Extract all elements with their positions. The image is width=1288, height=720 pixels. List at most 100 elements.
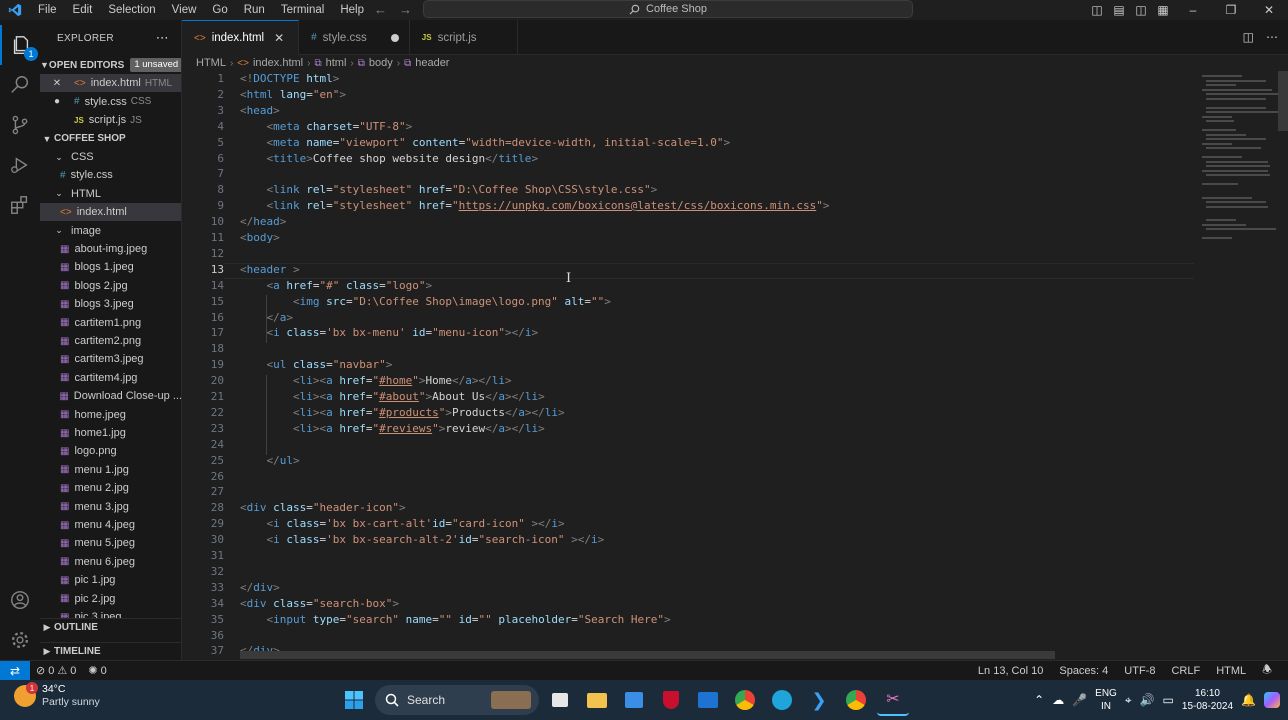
language-mode[interactable]: HTML — [1210, 661, 1252, 680]
toggle-secondary-sidebar-icon[interactable]: ◫ — [1130, 3, 1152, 17]
code-line[interactable]: <li><a href="#products">Products</a></li… — [240, 405, 565, 421]
outline-section[interactable]: ▶ OUTLINE — [40, 618, 181, 636]
file-item[interactable]: ▦ logo.png — [40, 442, 181, 460]
breadcrumb-folder[interactable]: HTML — [196, 57, 226, 69]
minimize-button[interactable]: – — [1174, 3, 1212, 17]
file-item[interactable]: ▦ menu 5.jpeg — [40, 534, 181, 552]
file-item[interactable]: ▦ menu 4.jpeg — [40, 516, 181, 534]
encoding[interactable]: UTF-8 — [1118, 661, 1161, 680]
accounts-activity[interactable] — [0, 580, 40, 620]
code-line[interactable]: </head> — [240, 214, 286, 230]
file-item[interactable]: <> index.html — [40, 203, 181, 222]
start-button[interactable] — [338, 684, 370, 716]
language-indicator[interactable]: ENG IN — [1095, 687, 1117, 713]
breadcrumb-html[interactable]: html — [326, 57, 347, 69]
problems-indicator[interactable]: ⊘ 0 ⚠ 0 — [30, 664, 82, 678]
onedrive-icon[interactable]: ☁ — [1052, 693, 1064, 707]
copilot-icon[interactable] — [1264, 692, 1280, 708]
breadcrumb-header[interactable]: header — [415, 57, 449, 69]
close-window-button[interactable]: ✕ — [1250, 3, 1288, 17]
code-line[interactable]: <meta name="viewport" content="width=dev… — [240, 135, 731, 151]
open-editor-item[interactable]: ● # style.css CSS — [40, 93, 181, 111]
edge-button[interactable] — [766, 684, 798, 716]
ports-indicator[interactable]: ✺ 0 — [82, 664, 112, 678]
explorer-activity[interactable]: 1 — [0, 25, 40, 65]
timeline-section[interactable]: ▶ TIMELINE — [40, 642, 181, 660]
file-item[interactable]: ▦ Download Close-up ... — [40, 387, 181, 405]
microphone-icon[interactable]: 🎤 — [1072, 693, 1087, 707]
code-line[interactable]: <link rel="stylesheet" href="D:\Coffee S… — [240, 182, 658, 198]
notification-bell-icon[interactable]: 🔔 — [1241, 693, 1256, 707]
code-line[interactable]: <meta charset="UTF-8"> — [240, 119, 413, 135]
close-editor-icon[interactable]: ✕ — [40, 78, 74, 89]
snipping-tool-button[interactable]: ✂ — [877, 684, 909, 716]
mcafee-button[interactable] — [655, 684, 687, 716]
code-line[interactable]: <link rel="stylesheet" href="https://unp… — [240, 198, 830, 214]
back-arrow-icon[interactable]: ← — [374, 0, 387, 20]
file-item[interactable]: ▦ menu 1.jpg — [40, 461, 181, 479]
wifi-icon[interactable]: ⌖ — [1125, 693, 1132, 708]
chrome-profile-button[interactable] — [840, 684, 872, 716]
indentation[interactable]: Spaces: 4 — [1053, 661, 1114, 680]
file-item[interactable]: ▦ menu 2.jpg — [40, 479, 181, 497]
volume-icon[interactable]: 🔊 — [1140, 693, 1155, 707]
forward-arrow-icon[interactable]: → — [399, 0, 412, 20]
file-item[interactable]: ▦ blogs 3.jpeg — [40, 295, 181, 313]
store-button[interactable] — [618, 684, 650, 716]
file-item[interactable]: ▦ menu 6.jpeg — [40, 553, 181, 571]
menu-help[interactable]: Help — [332, 0, 372, 20]
code-line[interactable]: <li><a href="#home">Home</a></li> — [240, 373, 512, 389]
folder-item[interactable]: ⌄ CSS — [40, 148, 181, 166]
file-item[interactable]: ▦ cartitem1.png — [40, 314, 181, 332]
more-actions-icon[interactable]: ⋯ — [1266, 30, 1278, 44]
split-editor-icon[interactable]: ◫ — [1243, 30, 1254, 44]
file-item[interactable]: ▦ cartitem4.jpg — [40, 369, 181, 387]
breadcrumb-body[interactable]: body — [369, 57, 393, 69]
file-item[interactable]: ▦ blogs 2.jpg — [40, 277, 181, 295]
task-view-button[interactable] — [544, 684, 576, 716]
close-tab-icon[interactable]: ✕ — [270, 31, 288, 45]
open-editor-item[interactable]: JS script.js JS — [40, 111, 181, 129]
chrome-button[interactable] — [729, 684, 761, 716]
restore-button[interactable]: ❐ — [1212, 3, 1250, 17]
code-line[interactable]: <input type="search" name="" id="" place… — [240, 612, 671, 628]
customize-layout-icon[interactable]: ▦ — [1152, 3, 1174, 17]
code-line[interactable]: <title>Coffee shop website design</title… — [240, 151, 539, 167]
command-center[interactable]: Coffee Shop — [423, 0, 913, 18]
code-line[interactable]: <i class='bx bx-cart-alt'id="card-icon" … — [240, 516, 565, 532]
file-item[interactable]: ▦ home1.jpg — [40, 424, 181, 442]
manage-activity[interactable] — [0, 620, 40, 660]
code-line[interactable]: <html lang="en"> — [240, 87, 346, 103]
file-explorer-button[interactable] — [581, 684, 613, 716]
vertical-scrollbar[interactable] — [1278, 71, 1288, 660]
menu-file[interactable]: File — [30, 0, 65, 20]
code-line[interactable]: <i class='bx bx-menu' id="menu-icon"></i… — [240, 325, 539, 341]
weather-widget[interactable]: 1 34°C Partly sunny — [14, 682, 100, 709]
menu-run[interactable]: Run — [236, 0, 273, 20]
menu-view[interactable]: View — [164, 0, 205, 20]
file-item[interactable]: ▦ cartitem2.png — [40, 332, 181, 350]
code-line[interactable]: <!DOCTYPE html> — [240, 71, 339, 87]
run-debug-activity[interactable] — [0, 145, 40, 185]
clock[interactable]: 16:10 15-08-2024 — [1182, 687, 1233, 713]
code-editor[interactable]: 1 2 3 4 5 6 7 8 9 10 11 12 13 14 15 16 17 18 19 20 21 22 23 24 2… — [182, 71, 1288, 660]
file-item[interactable]: # style.css — [40, 166, 181, 184]
file-item[interactable]: ▦ about-img.jpeg — [40, 240, 181, 258]
vscode-taskbar-button[interactable]: ❯ — [803, 684, 835, 716]
horizontal-scrollbar[interactable] — [240, 651, 1055, 659]
file-item[interactable]: ▦ cartitem3.jpeg — [40, 350, 181, 368]
unsaved-dot-icon[interactable]: ● — [40, 96, 74, 107]
code-line[interactable]: <div class="header-icon"> — [240, 500, 406, 516]
menu-edit[interactable]: Edit — [65, 0, 101, 20]
minimap[interactable] — [1200, 71, 1280, 660]
open-editor-item[interactable]: ✕ <> index.html HTML — [40, 74, 181, 93]
code-line[interactable]: <head> — [240, 103, 280, 119]
file-item[interactable]: ▦ menu 3.jpg — [40, 498, 181, 516]
search-activity[interactable] — [0, 65, 40, 105]
breadcrumb-file[interactable]: index.html — [253, 57, 303, 69]
tab-index-html[interactable]: <> index.html ✕ — [182, 20, 300, 55]
project-section[interactable]: ▼ COFFEE SHOP — [40, 130, 181, 148]
folder-item[interactable]: ⌄ image — [40, 222, 181, 240]
toggle-primary-sidebar-icon[interactable]: ◫ — [1086, 3, 1108, 17]
code-line[interactable]: </a> — [240, 310, 294, 326]
